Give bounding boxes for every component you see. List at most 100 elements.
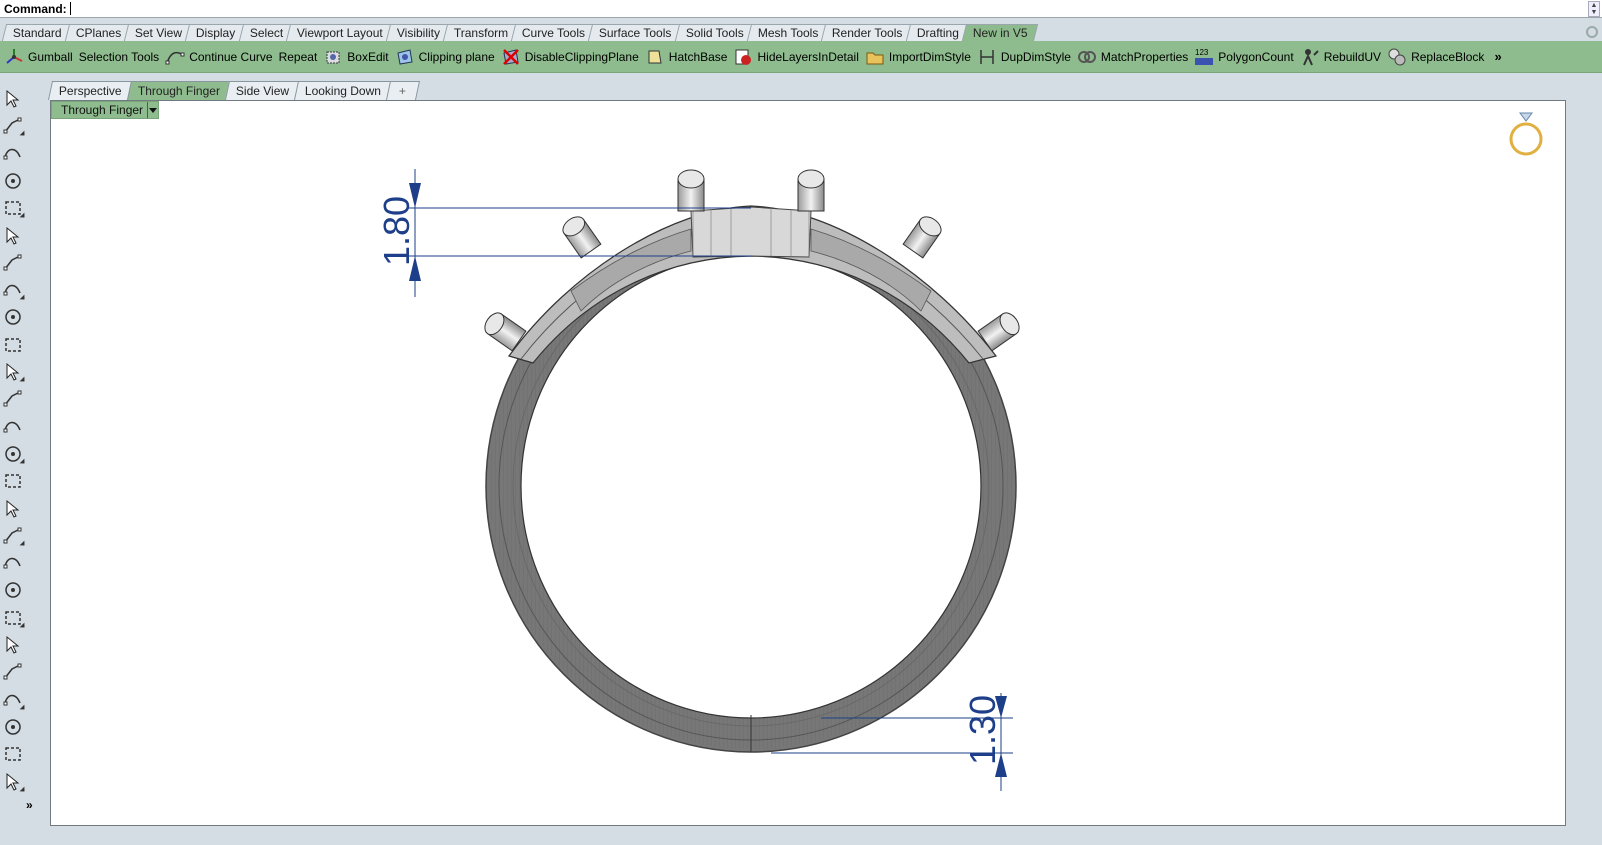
command-input-caret[interactable] (69, 2, 71, 15)
folder-icon (865, 47, 885, 67)
polyline-edit-icon[interactable] (2, 143, 24, 165)
toolbar-tab-strip: Standard CPlanes Set View Display Select View… (0, 24, 1602, 41)
command-replaceblock[interactable]: ReplaceBlock (1387, 43, 1484, 71)
toolbar-tab-mesh-tools[interactable]: Mesh Tools (746, 24, 829, 41)
command-repeat[interactable]: Repeat (279, 43, 318, 71)
disable-clipping-icon (501, 47, 521, 67)
clipping-plane-icon (395, 47, 415, 67)
command-selection-tools[interactable]: Selection Tools (79, 43, 160, 71)
ring-model-drawing: 1.80 1.30 (376, 112, 1543, 791)
polyline-icon[interactable] (2, 416, 24, 438)
transform-tool-icon[interactable] (2, 197, 24, 219)
arc-center-icon[interactable] (2, 689, 24, 711)
viewport-tab-through-finger[interactable]: Through Finger (126, 81, 231, 100)
toolbar-tab-label: Solid Tools (685, 26, 744, 40)
horizontal-line-icon[interactable] (2, 498, 24, 520)
curve-fillet-icon[interactable] (2, 743, 24, 765)
command-polygoncount[interactable]: 123 PolygonCount (1194, 43, 1294, 71)
rectangle-icon[interactable] (2, 279, 24, 301)
dimension-bottom-value: 1.30 (962, 695, 1003, 765)
viewport-title: Through Finger (61, 103, 144, 117)
circle-icon[interactable] (2, 552, 24, 574)
more-commands-button[interactable]: » (1494, 49, 1501, 64)
toolbar-tab-transform[interactable]: Transform (442, 24, 519, 41)
gumball-icon (4, 47, 24, 67)
command-line[interactable]: Command: ▲ ▼ (0, 0, 1602, 18)
toolbar-tab-label: Set View (134, 26, 183, 40)
toolbar-tab-label: Visibility (396, 26, 440, 40)
toolbar-tab-solid-tools[interactable]: Solid Tools (674, 24, 754, 41)
control-points-icon[interactable] (2, 334, 24, 356)
curve-rect-icon[interactable] (2, 252, 24, 274)
toolbar-tab-render-tools[interactable]: Render Tools (820, 24, 913, 41)
command-clipping-plane[interactable]: Clipping plane (395, 43, 495, 71)
rebuilduv-icon (1300, 47, 1320, 67)
arc-3pt-icon[interactable] (2, 716, 24, 738)
circle-radius-icon[interactable] (2, 579, 24, 601)
command-matchproperties[interactable]: MatchProperties (1077, 43, 1188, 71)
toolbar-tab-label: Curve Tools (522, 26, 586, 40)
select-arrow-icon[interactable] (2, 88, 24, 110)
viewport-title-bar[interactable]: Through Finger (51, 101, 160, 119)
toolbar-tab-viewport-layout[interactable]: Viewport Layout (285, 24, 393, 41)
command-history-scroll[interactable]: ▲ ▼ (1588, 1, 1600, 17)
toolbar-tab-set-view[interactable]: Set View (123, 24, 193, 41)
viewport-tab-side-view[interactable]: Side View (224, 81, 300, 100)
toolbar-tab-standard[interactable]: Standard (1, 24, 72, 41)
command-hatchbase[interactable]: HatchBase (645, 43, 727, 71)
viewport-through-finger[interactable]: 1.80 1.30 Through Finger (50, 100, 1566, 826)
explode-icon[interactable] (2, 225, 24, 247)
arc-tool-icon[interactable] (2, 306, 24, 328)
toolbar-tab-visibility[interactable]: Visibility (385, 24, 451, 41)
command-continue-curve[interactable]: Continue Curve (165, 43, 273, 71)
viewport-tab-label: Perspective (58, 84, 122, 98)
viewport-tab-looking-down[interactable]: Looking Down (293, 81, 392, 100)
command-boxedit[interactable]: BoxEdit (323, 43, 389, 71)
freeform-curve-icon[interactable] (2, 388, 24, 410)
toolbar-tab-label: Render Tools (831, 26, 903, 40)
toolbar-tab-label: Mesh Tools (757, 26, 818, 40)
toolbar-tab-display[interactable]: Display (185, 24, 246, 41)
ellipse-icon[interactable] (2, 661, 24, 683)
replace-block-icon (1387, 47, 1407, 67)
toolbar-tab-drafting[interactable]: Drafting (905, 24, 969, 41)
hatch-icon (645, 47, 665, 67)
vertical-line-icon[interactable] (2, 470, 24, 492)
command-hidelayersindetail[interactable]: HideLayersInDetail (733, 43, 859, 71)
circle-center-icon[interactable] (2, 607, 24, 629)
circle-3pt-icon[interactable] (2, 634, 24, 656)
left-toolbar-more-button[interactable]: » (26, 798, 48, 820)
viewport-menu-dropdown-icon[interactable] (147, 102, 158, 118)
toolbar-tab-curve-tools[interactable]: Curve Tools (511, 24, 596, 41)
toolbar-tab-select[interactable]: Select (238, 24, 294, 41)
angle-line-icon[interactable] (2, 525, 24, 547)
command-label: DupDimStyle (1000, 49, 1071, 64)
command-rebuilduv[interactable]: RebuildUV (1300, 43, 1381, 71)
viewport-tab-perspective[interactable]: Perspective (47, 81, 133, 100)
toolbar-tab-label: Viewport Layout (296, 26, 383, 40)
command-dupdimstyle[interactable]: DupDimStyle (977, 43, 1071, 71)
group-icon[interactable] (2, 771, 24, 793)
command-importdimstyle[interactable]: ImportDimStyle (865, 43, 971, 71)
viewport-tab-label: Side View (235, 84, 289, 98)
toolbar-tab-new-in-v5[interactable]: New in V5 (961, 24, 1038, 41)
curve-icon (165, 47, 185, 67)
point-icon[interactable] (2, 115, 24, 137)
offset-curves-icon[interactable] (2, 361, 24, 383)
command-disableclippingplane[interactable]: DisableClippingPlane (501, 43, 639, 71)
command-label: Selection Tools (78, 49, 160, 64)
viewport-tab-label: Through Finger (137, 84, 220, 98)
boxedit-icon (323, 47, 343, 67)
toolbar-tab-cplanes[interactable]: CPlanes (64, 24, 132, 41)
command-label: ImportDimStyle (888, 49, 971, 64)
command-label: Clipping plane (418, 49, 495, 64)
toolbar-options-gear-icon[interactable] (1586, 26, 1598, 38)
command-gumball[interactable]: Gumball (4, 43, 73, 71)
line-segment-icon[interactable] (2, 443, 24, 465)
add-viewport-tab-button[interactable]: + (385, 81, 420, 100)
toolbar-tab-surface-tools[interactable]: Surface Tools (588, 24, 682, 41)
dupdim-icon (977, 47, 997, 67)
line-tool-icon[interactable] (2, 170, 24, 192)
toolbar-tab-label: New in V5 (972, 26, 1028, 40)
toolbar-tab-label: Transform (453, 26, 509, 40)
